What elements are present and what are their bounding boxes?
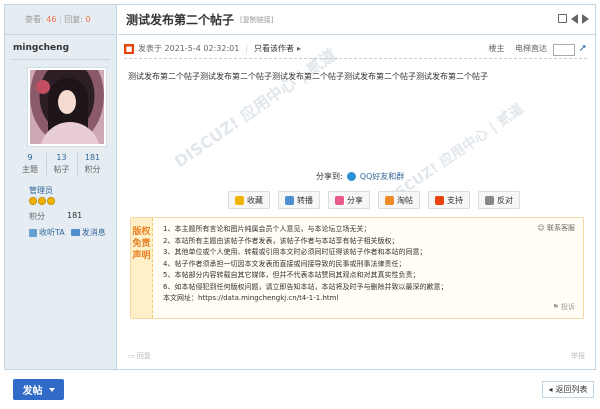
list-item: 5、本帖部分内容转载自其它媒体，但并不代表本站赞同其观点和对其真实性负责； xyxy=(163,271,420,279)
disclaimer-list: 1、本主题所有言论和图片纯属会员个人意见，与本论坛立场无关； 2、本站所有主题由… xyxy=(163,224,447,305)
mail-icon xyxy=(385,195,394,205)
online-status-icon: ■ xyxy=(124,43,134,54)
page-title: 测试发布第二个帖子 xyxy=(126,13,235,27)
disclaimer-box: 版权免责声明 1、本主题所有言论和图片纯属会员个人意见，与本论坛立场无关； 2、… xyxy=(130,217,584,319)
author-stats: 9 主题 13 帖子 181 积分 xyxy=(15,153,107,175)
post-meta: ■ 发表于 2021-5-4 02:32:01 | 只看该作者 ▸ 楼主 电梯直… xyxy=(124,43,587,59)
report-link[interactable]: ⚑ 投诉 xyxy=(552,302,575,312)
floor-info: 楼主 电梯直达 xyxy=(488,43,547,54)
points-value: 181 xyxy=(67,211,83,220)
jump-go-icon[interactable]: ➚ xyxy=(579,43,587,54)
replies-label: 回复: xyxy=(64,15,83,24)
stat-points[interactable]: 181 积分 xyxy=(77,153,107,175)
chevron-right-icon: ▸ xyxy=(297,44,302,53)
author-sidebar: 查看: 46 | 回复: 0 mingcheng 9 主题 13 帖子 181 … xyxy=(5,5,117,369)
contact-service-link[interactable]: ☺ 联系客服 xyxy=(537,223,575,233)
points-label: 积分 xyxy=(29,212,45,221)
copy-link-button[interactable]: [复制链接] xyxy=(240,15,273,25)
thumbs-up-icon xyxy=(435,195,444,205)
favorite-button[interactable]: 收藏 xyxy=(228,191,270,209)
star-icon xyxy=(47,197,55,205)
stat-posts[interactable]: 13 帖子 xyxy=(46,153,76,175)
disclaimer-stamp: 版权免责声明 xyxy=(131,218,153,318)
list-item: 3、其他单位或个人使用、转载或引用本文时必须同时征得该帖子作者和本站的同意； xyxy=(163,248,427,256)
collect-button[interactable]: 淘帖 xyxy=(378,191,420,209)
chevron-down-icon xyxy=(48,387,55,392)
replies-count: 0 xyxy=(85,15,91,24)
message-icon xyxy=(70,229,80,236)
report-post-link[interactable]: 举报 xyxy=(571,351,585,361)
heart-icon xyxy=(335,195,344,205)
flag-icon: ⚑ xyxy=(552,303,559,311)
new-post-button[interactable]: 发帖 xyxy=(13,379,64,400)
list-item: 1、本主题所有言论和图片纯属会员个人意见，与本论坛立场无关； xyxy=(163,225,371,233)
post-actions: 收藏 转播 分享 淘帖 支持 反对 xyxy=(228,191,520,209)
posted-at: 发表于 2021-5-4 02:32:01 xyxy=(138,44,240,53)
share-button[interactable]: 分享 xyxy=(328,191,370,209)
chevron-left-icon: ◂ xyxy=(548,385,553,394)
author-username[interactable]: mingcheng xyxy=(5,35,116,53)
views-count: 46 xyxy=(46,15,57,24)
rank-stars xyxy=(29,197,55,205)
star-icon xyxy=(38,197,46,205)
jump-label: 电梯直达 xyxy=(515,44,547,53)
avatar[interactable] xyxy=(27,67,107,147)
reply-icon: ▭ xyxy=(128,352,135,360)
list-item: 4、帖子作者须承担一切因本文发表而直接或间接导致的民事或刑事法律责任； xyxy=(163,259,406,268)
author-actions: 收听TA 发消息 xyxy=(29,227,106,238)
reply-link[interactable]: ▭ 回复 xyxy=(128,351,151,361)
qq-icon[interactable] xyxy=(346,172,356,181)
share-bar: 分享到: QQ好友和群 xyxy=(316,171,404,182)
print-icon[interactable] xyxy=(558,14,567,23)
post-main: 测试发布第二个帖子 [复制链接] ■ 发表于 2021-5-4 02:32:01… xyxy=(118,5,595,369)
support-button[interactable]: 支持 xyxy=(428,191,470,209)
title-tools xyxy=(558,14,589,24)
back-to-list-button[interactable]: ◂ 返回列表 xyxy=(542,381,594,398)
divider xyxy=(11,59,110,60)
add-user-icon xyxy=(29,228,37,237)
headset-icon: ☺ xyxy=(537,224,545,232)
list-item: 6、如本帖侵犯到任何版权问题，请立即告知本站，本站将及时予与删除并致以最深的歉意… xyxy=(163,282,448,291)
add-friend-button[interactable]: 收听TA xyxy=(29,227,65,238)
prev-thread-icon[interactable] xyxy=(571,14,578,24)
floor-jump-input[interactable] xyxy=(553,44,575,56)
list-item: 2、本站所有主题由该帖子作者发表，该帖子作者与本站享有帖子相关版权； xyxy=(163,236,399,245)
post-body: 测试发布第二个帖子测试发布第二个帖子测试发布第二个帖子测试发布第二个帖子测试发布… xyxy=(128,72,488,81)
thread-url[interactable]: 本文网址：https://data.mingchengkj.cn/t4-1-1.… xyxy=(163,293,447,305)
watermark-decoration: DISCUZ! 应用中心 | 贰道 xyxy=(170,45,340,172)
oppose-button[interactable]: 反对 xyxy=(478,191,520,209)
share-qq-link[interactable]: QQ好友和群 xyxy=(360,171,405,182)
points-row: 积分 181 xyxy=(29,211,89,222)
title-bar: 测试发布第二个帖子 [复制链接] xyxy=(118,5,595,35)
edit-icon xyxy=(285,195,294,205)
thread-stats: 查看: 46 | 回复: 0 xyxy=(5,5,116,35)
thread-frame: 查看: 46 | 回复: 0 mingcheng 9 主题 13 帖子 181 … xyxy=(4,4,596,370)
post-footer: ▭ 回复 举报 xyxy=(128,349,585,363)
relay-button[interactable]: 转播 xyxy=(278,191,320,209)
user-group[interactable]: 管理员 xyxy=(29,185,53,196)
thumbs-down-icon xyxy=(485,195,494,205)
star-icon xyxy=(235,195,244,205)
send-message-button[interactable]: 发消息 xyxy=(70,227,106,238)
views-label: 查看: xyxy=(25,15,44,24)
floor-label: 楼主 xyxy=(488,44,505,53)
stat-threads[interactable]: 9 主题 xyxy=(15,153,45,175)
author-only-link[interactable]: 只看该作者 xyxy=(254,43,294,54)
star-icon xyxy=(29,197,37,205)
next-thread-icon[interactable] xyxy=(582,14,589,24)
share-label: 分享到: xyxy=(316,172,343,181)
